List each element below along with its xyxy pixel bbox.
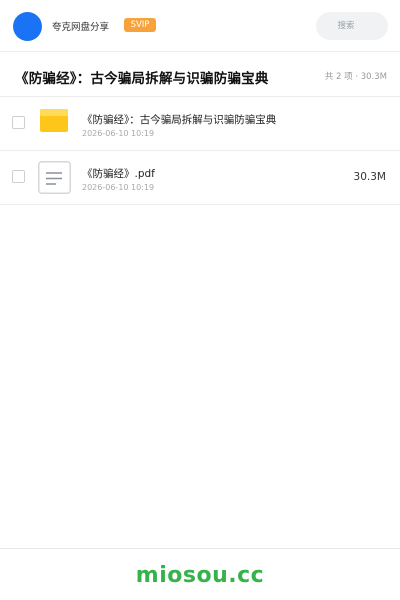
file-row-folder[interactable]: 《防骗经》：古今骗局拆解与识骗防骗宝典 2026-06-10 10:19 bbox=[0, 97, 400, 151]
document-icon bbox=[38, 161, 71, 194]
folder-icon bbox=[40, 109, 68, 132]
file-name[interactable]: 《防骗经》.pdf bbox=[82, 166, 155, 181]
search-placeholder: 搜索 bbox=[337, 21, 355, 31]
top-header: 夸克网盘分享 SVIP 搜索 bbox=[0, 0, 400, 52]
page-title: 《防骗经》：古今骗局拆解与识骗防骗宝典 bbox=[15, 71, 269, 87]
file-size: 30.3M bbox=[353, 171, 386, 183]
title-bar: 《防骗经》：古今骗局拆解与识骗防骗宝典 共 2 项 · 30.3M bbox=[0, 53, 400, 97]
file-date: 2026-06-10 10:19 bbox=[82, 129, 155, 138]
search-input[interactable]: 搜索 bbox=[316, 12, 388, 40]
row-checkbox[interactable] bbox=[12, 170, 25, 183]
svip-badge[interactable]: SVIP bbox=[124, 18, 156, 32]
share-page: 夸克网盘分享 SVIP 搜索 《防骗经》：古今骗局拆解与识骗防骗宝典 共 2 项… bbox=[0, 0, 400, 600]
site-watermark: miosou.cc bbox=[135, 563, 265, 588]
brand-label: 夸克网盘分享 bbox=[52, 22, 110, 33]
row-checkbox[interactable] bbox=[12, 116, 25, 129]
file-date: 2026-06-10 10:19 bbox=[82, 183, 155, 192]
file-row-pdf[interactable]: 《防骗经》.pdf 2026-06-10 10:19 30.3M bbox=[0, 151, 400, 205]
item-count-size: 共 2 项 · 30.3M bbox=[324, 72, 387, 82]
avatar[interactable] bbox=[13, 12, 42, 41]
file-name[interactable]: 《防骗经》：古今骗局拆解与识骗防骗宝典 bbox=[82, 112, 276, 127]
footer: miosou.cc bbox=[0, 548, 400, 600]
